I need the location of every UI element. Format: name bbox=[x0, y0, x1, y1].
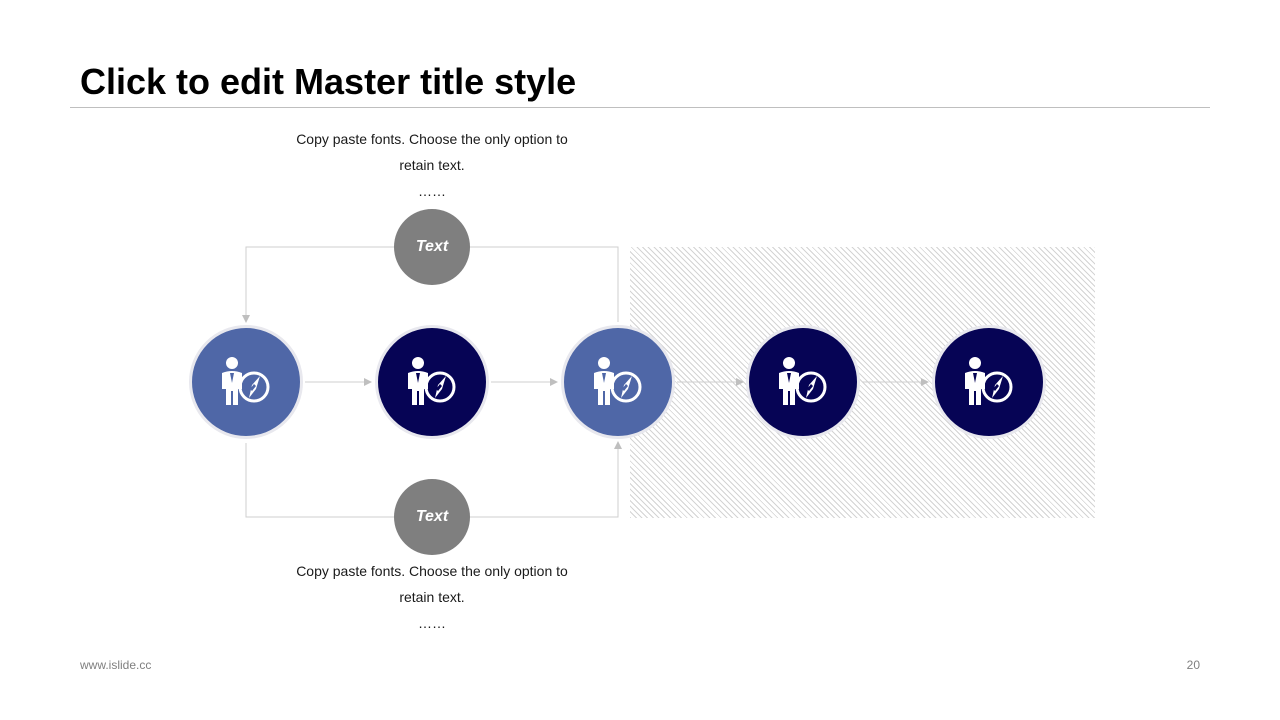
page-number: 20 bbox=[1186, 658, 1200, 672]
process-node-5 bbox=[932, 325, 1046, 439]
businessman-compass-icon bbox=[960, 353, 1018, 411]
process-node-2 bbox=[375, 325, 489, 439]
process-node-3 bbox=[561, 325, 675, 439]
process-node-1 bbox=[189, 325, 303, 439]
bottom-description-ellipsis: …… bbox=[418, 615, 446, 631]
top-description-line1: Copy paste fonts. Choose the only option… bbox=[296, 131, 568, 147]
footer-url: www.islide.cc bbox=[80, 658, 152, 672]
process-node-4 bbox=[746, 325, 860, 439]
top-description-ellipsis: …… bbox=[418, 183, 446, 199]
bottom-text-node: Text bbox=[394, 479, 470, 555]
top-description: Copy paste fonts. Choose the only option… bbox=[262, 126, 602, 204]
top-description-line2: retain text. bbox=[399, 157, 465, 173]
bottom-description-line2: retain text. bbox=[399, 589, 465, 605]
businessman-compass-icon bbox=[403, 353, 461, 411]
top-text-node-label: Text bbox=[415, 238, 449, 255]
top-text-node: Text bbox=[394, 209, 470, 285]
businessman-compass-icon bbox=[217, 353, 275, 411]
businessman-compass-icon bbox=[589, 353, 647, 411]
businessman-compass-icon bbox=[774, 353, 832, 411]
bottom-description: Copy paste fonts. Choose the only option… bbox=[262, 558, 602, 636]
bottom-text-node-label: Text bbox=[415, 508, 449, 525]
bottom-description-line1: Copy paste fonts. Choose the only option… bbox=[296, 563, 568, 579]
